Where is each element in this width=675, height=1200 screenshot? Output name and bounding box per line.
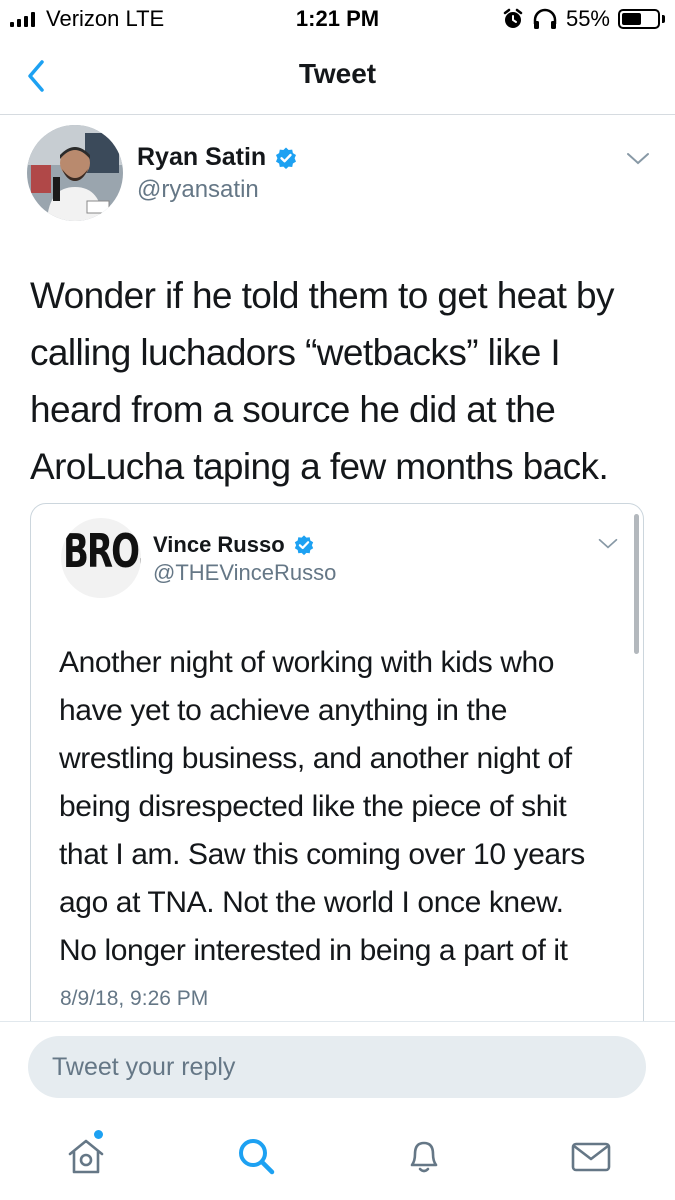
tab-bar [0, 1116, 675, 1200]
home-icon[interactable] [64, 1134, 108, 1178]
chevron-down-icon[interactable] [597, 536, 619, 552]
quoted-avatar-logo: BRO. [63, 525, 141, 579]
quoted-text-line: wrestling business, and another night of [59, 742, 572, 775]
tweet-text-line: calling luchadors “wetbacks” like I [30, 332, 561, 373]
headphones-icon [533, 8, 557, 29]
alarm-icon [503, 8, 523, 28]
battery-fill [622, 13, 641, 25]
battery-icon [618, 9, 660, 29]
reply-input[interactable] [28, 1036, 646, 1098]
quoted-tweet-card[interactable]: BRO. Vince Russo @THEVinceRusso Another … [30, 503, 644, 1043]
quoted-scrollbar[interactable] [634, 514, 639, 654]
battery-tip [662, 15, 665, 23]
author-handle[interactable]: @ryansatin [137, 176, 259, 204]
verified-badge-icon [276, 147, 297, 169]
tweet-text-line: AroLucha taping a few months back. [30, 446, 609, 487]
page-title: Tweet [298, 58, 377, 89]
notifications-icon[interactable] [402, 1134, 446, 1178]
quoted-text-line: ago at TNA. Not the world I once knew. [59, 886, 564, 919]
quoted-tweet-text: Another night of working with kids who h… [59, 639, 634, 975]
status-right-group: 55% [502, 6, 665, 32]
status-bar: Verizon LTE 1:21 PM 55% [0, 0, 675, 40]
chevron-down-icon[interactable] [625, 150, 651, 168]
quoted-text-line: Another night of working with kids who [59, 646, 555, 679]
battery-percent: 55% [565, 6, 610, 31]
quoted-timestamp: 8/9/18, 9:26 PM [60, 987, 209, 1010]
tweet-text-line: heard from a source he did at the [30, 389, 556, 430]
reply-bar [0, 1021, 675, 1117]
avatar-image [27, 125, 123, 221]
quoted-avatar[interactable]: BRO. [61, 518, 141, 598]
search-icon[interactable] [234, 1134, 278, 1178]
quoted-text-line: No longer interested in being a part of … [59, 934, 568, 967]
home-notification-dot [94, 1130, 103, 1139]
quoted-text-line: have yet to achieve anything in the [59, 694, 507, 727]
quoted-author-handle[interactable]: @THEVinceRusso [153, 560, 336, 586]
quoted-author-row[interactable]: Vince Russo [153, 532, 315, 558]
quoted-text-line: that I am. Saw this coming over 10 years [59, 838, 585, 871]
tweet-text-line: Wonder if he told them to get heat by [30, 275, 614, 316]
author-name-row[interactable]: Ryan Satin [137, 143, 298, 172]
author-name[interactable]: Ryan Satin [137, 143, 266, 172]
verified-badge-icon [294, 535, 313, 556]
quoted-author-name[interactable]: Vince Russo [153, 532, 285, 558]
nav-bar: Tweet [0, 40, 675, 115]
tweet-text: Wonder if he told them to get heat by ca… [30, 267, 650, 495]
avatar[interactable] [27, 125, 123, 221]
quoted-text-line: being disrespected like the piece of shi… [59, 790, 567, 823]
messages-icon[interactable] [569, 1134, 613, 1178]
